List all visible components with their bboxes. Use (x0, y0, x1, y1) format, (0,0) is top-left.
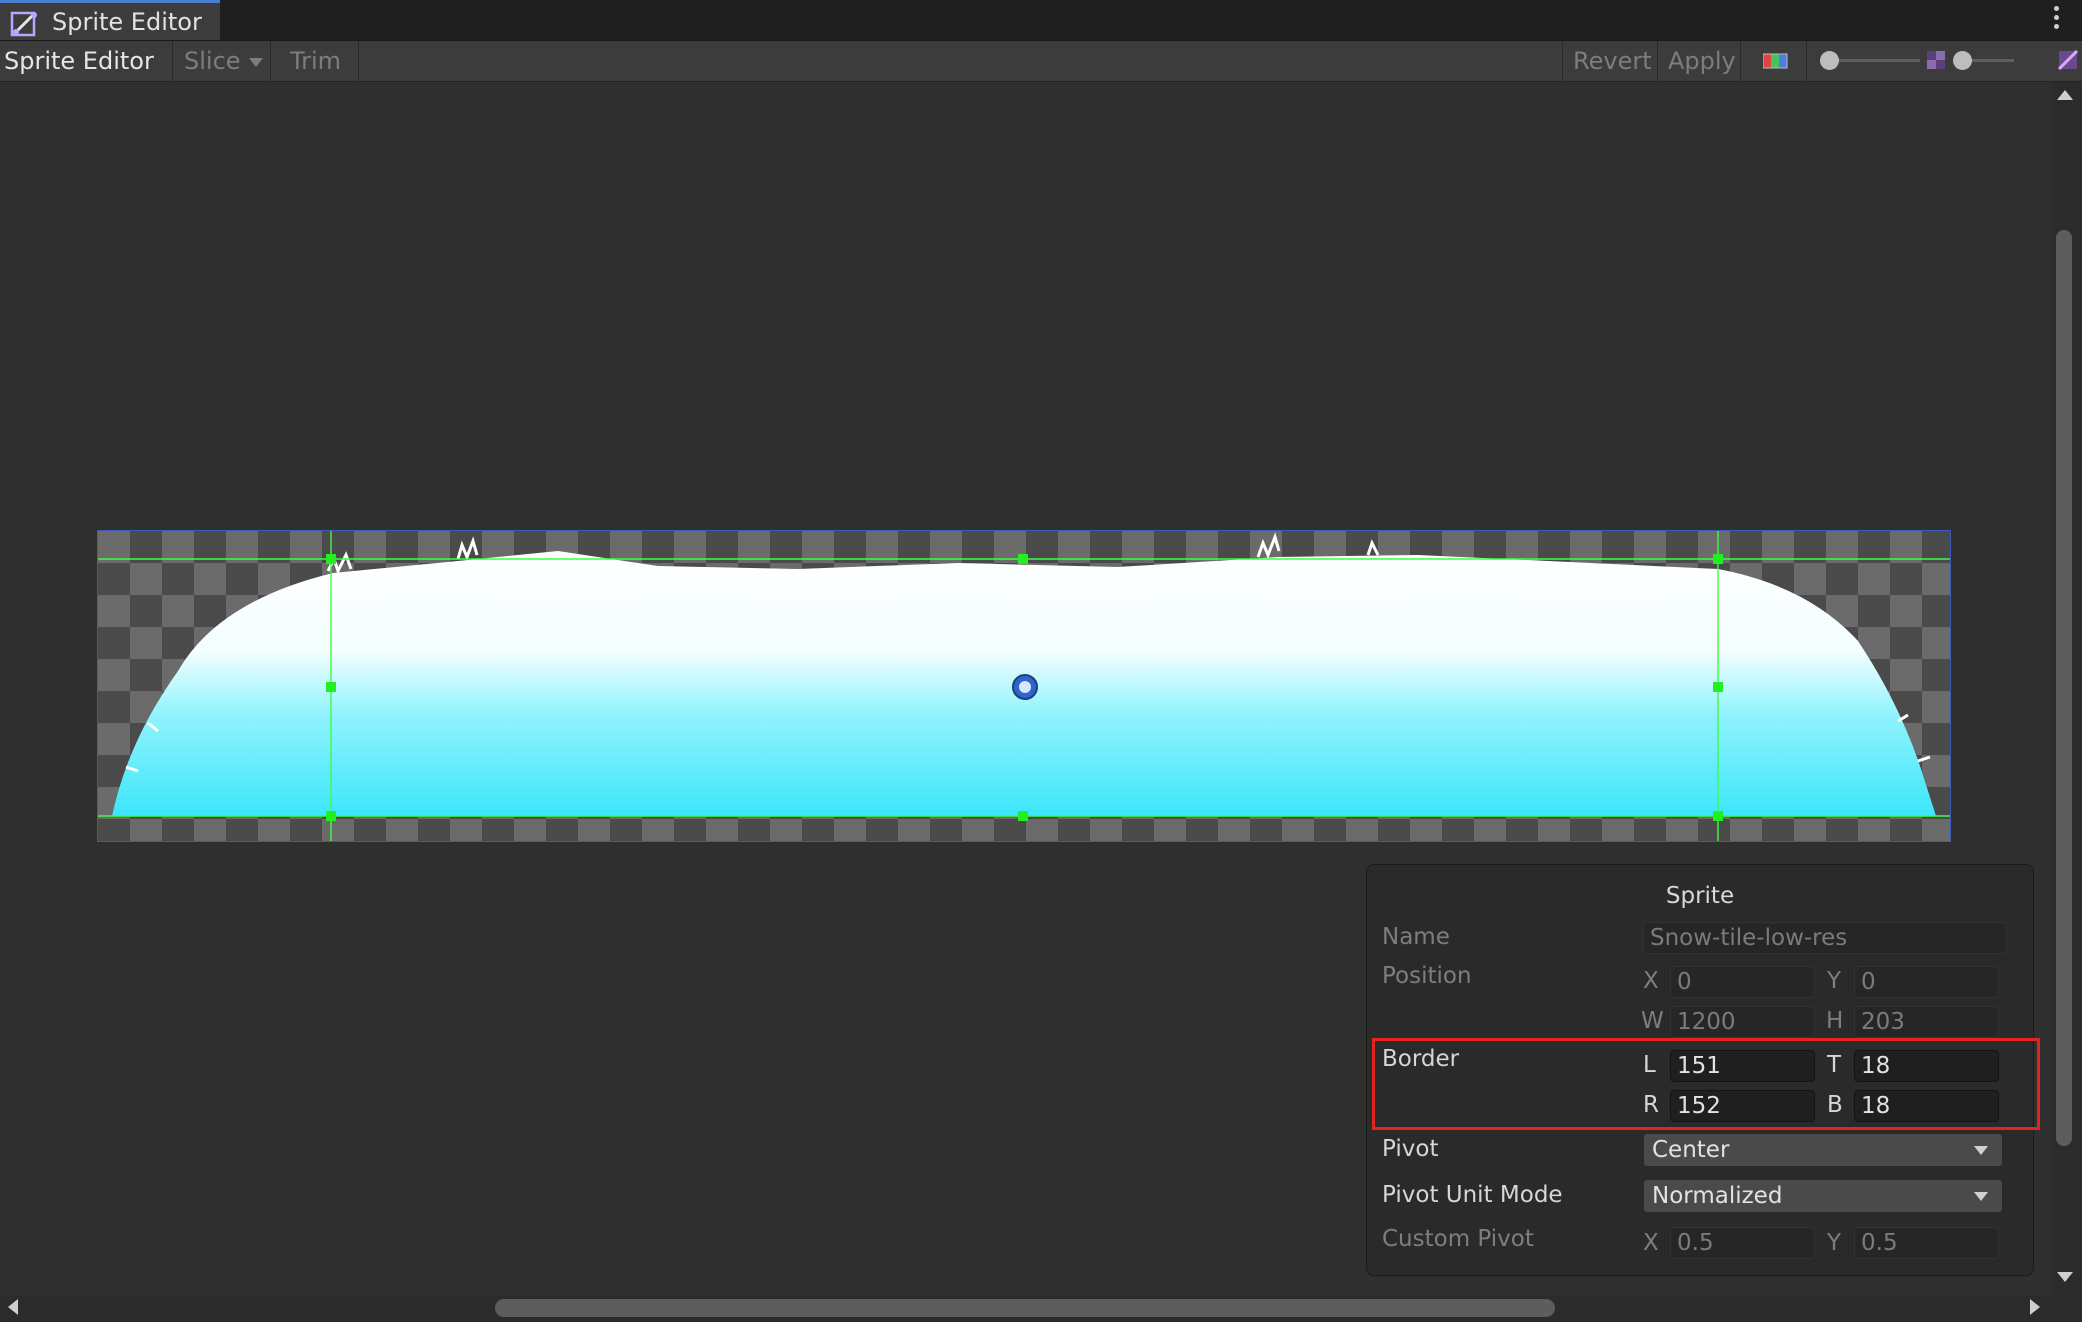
pivot-unit-label: Pivot Unit Mode (1382, 1182, 1563, 1208)
pos-y-field[interactable]: 0 (1854, 966, 1999, 998)
border-label: Border (1382, 1046, 1460, 1072)
pos-w-field[interactable]: 1200 (1670, 1006, 1815, 1038)
pivot-value: Center (1652, 1137, 1730, 1163)
border-l-field[interactable]: 151 (1670, 1050, 1815, 1082)
pos-x-label: X (1643, 968, 1659, 994)
slice-dropdown[interactable]: Slice (184, 41, 268, 81)
pos-x-field[interactable]: 0 (1670, 966, 1815, 998)
cp-x-label: X (1643, 1230, 1659, 1256)
vertical-scroll-thumb[interactable] (2056, 230, 2072, 1146)
pos-y-label: Y (1827, 968, 1842, 994)
name-field[interactable]: Snow-tile-low-res (1643, 922, 2007, 954)
apply-button[interactable]: Apply (1668, 41, 1738, 81)
pos-w-label: W (1641, 1008, 1664, 1034)
panel-title: Sprite (1665, 883, 1735, 909)
pivot-dropdown[interactable]: Center (1643, 1133, 2003, 1167)
position-label: Position (1382, 963, 1472, 989)
rgb-channels-icon[interactable] (1763, 52, 1789, 70)
pivot-label: Pivot (1382, 1136, 1439, 1162)
custom-pivot-label: Custom Pivot (1382, 1226, 1534, 1252)
cp-y-label: Y (1827, 1230, 1842, 1256)
cp-y-field[interactable]: 0.5 (1854, 1227, 1999, 1259)
border-b-label: B (1827, 1092, 1843, 1118)
slice-label: Slice (184, 47, 241, 75)
sprite-graphic (98, 531, 1950, 841)
chevron-down-icon (1974, 1192, 1988, 1201)
title-bar: Sprite Editor (0, 0, 2082, 41)
revert-button[interactable]: Revert (1573, 41, 1657, 81)
sprite-rect[interactable] (97, 530, 1951, 842)
pos-h-label: H (1826, 1008, 1844, 1034)
trim-button[interactable]: Trim (290, 41, 360, 81)
mipmap-icon (1927, 51, 1945, 69)
chevron-down-icon (1974, 1146, 1988, 1155)
tab-title: Sprite Editor (52, 8, 202, 36)
border-b-field[interactable]: 18 (1854, 1090, 1999, 1122)
border-t-label: T (1827, 1052, 1842, 1078)
pivot-handle-icon[interactable] (1012, 674, 1038, 700)
horizontal-scroll-thumb[interactable] (495, 1299, 1555, 1317)
mip-slider-knob[interactable] (1953, 51, 1972, 70)
cp-x-field[interactable]: 0.5 (1670, 1227, 1815, 1259)
name-label: Name (1382, 924, 1450, 950)
alpha-checker-icon[interactable] (2058, 50, 2078, 70)
zoom-slider-knob[interactable] (1820, 51, 1839, 70)
chevron-down-icon (248, 57, 263, 67)
border-l-label: L (1643, 1052, 1656, 1078)
kebab-menu-icon[interactable] (2054, 6, 2060, 32)
border-t-field[interactable]: 18 (1854, 1050, 1999, 1082)
border-r-label: R (1643, 1092, 1659, 1118)
scroll-up-icon[interactable] (2057, 90, 2073, 100)
mode-label: Sprite Editor (4, 47, 154, 75)
pivot-unit-value: Normalized (1652, 1183, 1783, 1209)
sprite-editor-icon (10, 11, 37, 37)
editor-tab[interactable]: Sprite Editor (0, 0, 220, 40)
scroll-down-icon[interactable] (2057, 1272, 2073, 1282)
zoom-slider-track[interactable] (1830, 59, 1920, 62)
toolbar: Sprite Editor Slice Trim Revert Apply (0, 41, 2082, 107)
pos-h-field[interactable]: 203 (1854, 1006, 1999, 1038)
pivot-unit-dropdown[interactable]: Normalized (1643, 1179, 2003, 1213)
scroll-right-icon[interactable] (2030, 1299, 2040, 1315)
scroll-left-icon[interactable] (8, 1299, 18, 1315)
mode-dropdown[interactable]: Sprite Editor (4, 41, 170, 107)
border-r-field[interactable]: 152 (1670, 1090, 1815, 1122)
